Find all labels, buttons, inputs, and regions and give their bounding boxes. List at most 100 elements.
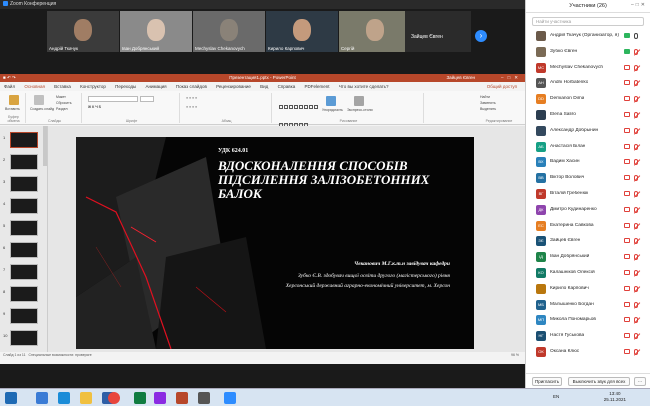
mic-on-icon[interactable]	[634, 33, 638, 39]
find-button[interactable]: Найти	[480, 95, 490, 99]
participant-row[interactable]: Elena Saliro	[526, 107, 650, 123]
quick-styles-icon[interactable]	[354, 96, 364, 106]
mic-muted-icon[interactable]	[634, 175, 638, 182]
participant-row[interactable]: НГ Настя Гуськова	[526, 328, 650, 344]
accessibility-status[interactable]: Специальные возможности: проверьте	[29, 353, 92, 357]
mic-muted-icon[interactable]	[634, 111, 638, 118]
mic-muted-icon[interactable]	[634, 348, 638, 355]
participant-row[interactable]: AH Andrii Horbatenko	[526, 75, 650, 91]
zoom-level[interactable]: 96 %	[511, 352, 519, 358]
next-videos-button[interactable]: ›	[475, 30, 487, 42]
bold-button[interactable]: Ж К Ч S	[88, 105, 101, 109]
font-name-select[interactable]	[88, 96, 138, 102]
more-button[interactable]: ⋯	[634, 377, 646, 386]
tab-slideshow[interactable]: Показ слайдов	[176, 82, 207, 91]
viber-icon[interactable]	[154, 392, 166, 404]
ie-icon[interactable]	[36, 392, 48, 404]
select-button[interactable]: Выделить	[480, 107, 496, 111]
tab-insert[interactable]: Вставка	[54, 82, 71, 91]
quick-styles-button[interactable]: Экспресс-стили	[347, 108, 373, 112]
list-buttons[interactable]: ≡ ≡ ≡ ≡	[186, 96, 197, 100]
participant-row[interactable]: ВВ Віктор Волович	[526, 170, 650, 186]
mic-muted-icon[interactable]	[634, 206, 638, 213]
participant-search-input[interactable]: Найти участника	[532, 17, 644, 26]
new-slide-button[interactable]: Создать слайд	[30, 107, 54, 111]
participant-row[interactable]: ДК Дмитро Кудинаренко	[526, 202, 650, 218]
window-controls[interactable]: –□✕	[501, 74, 522, 82]
mic-muted-icon[interactable]	[634, 80, 638, 87]
participant-row[interactable]: ЗЄ Зайцев Євген	[526, 233, 650, 249]
participant-row[interactable]: МП Микола Пономарьов	[526, 312, 650, 328]
mic-muted-icon[interactable]	[634, 159, 638, 166]
quick-access-icons[interactable]: ■ ↶ ↷	[3, 74, 16, 82]
layout-button[interactable]: Макет	[56, 95, 66, 99]
tell-me-search[interactable]: Что вы хотите сделать?	[339, 82, 389, 91]
app-icon[interactable]	[198, 392, 210, 404]
slide-thumbnail[interactable]: 3	[3, 176, 38, 192]
mic-muted-icon[interactable]	[634, 301, 638, 308]
participant-row[interactable]: MC Mechyslav Chekanovych	[526, 60, 650, 76]
zoom-taskbar-icon[interactable]	[224, 392, 236, 404]
mic-muted-icon[interactable]	[634, 96, 638, 103]
slide-thumbnail[interactable]: 10	[3, 330, 38, 346]
panel-window-controls[interactable]: –□✕	[631, 2, 647, 8]
participant-row[interactable]: ОК Оксана Клюс	[526, 344, 650, 360]
font-size-select[interactable]	[140, 96, 154, 102]
reset-button[interactable]: Сбросить	[56, 101, 72, 105]
slide-thumbnail[interactable]: 1	[3, 132, 38, 148]
tab-pdfelement[interactable]: PDFelement	[304, 82, 329, 91]
mic-muted-icon[interactable]	[634, 333, 638, 340]
participant-row[interactable]: ВХ Вадим Хасин	[526, 154, 650, 170]
folder-icon[interactable]	[80, 392, 92, 404]
explorer-icon[interactable]	[58, 392, 70, 404]
chrome-icon[interactable]	[108, 392, 120, 404]
video-tile[interactable]: Зайцев Євген	[405, 11, 471, 52]
ppt-user[interactable]: Зайцев Євген	[446, 74, 475, 82]
language-indicator[interactable]: EN	[553, 394, 559, 399]
mic-muted-icon[interactable]	[634, 143, 638, 150]
slide-thumbnail[interactable]: 2	[3, 154, 38, 170]
arrange-icon[interactable]	[326, 96, 336, 106]
participant-row[interactable]: МБ Малышенко Богдан	[526, 297, 650, 313]
invite-button[interactable]: Пригласить	[532, 377, 562, 386]
mic-muted-icon[interactable]	[634, 269, 638, 276]
video-tile[interactable]: Іван Добрянський	[120, 11, 192, 52]
mic-muted-icon[interactable]	[634, 222, 638, 229]
tab-review[interactable]: Рецензирование	[216, 82, 251, 91]
tab-view[interactable]: Вид	[260, 82, 268, 91]
tab-transitions[interactable]: Переходы	[115, 82, 136, 91]
slide-thumbnail[interactable]: 7	[3, 264, 38, 280]
tab-help[interactable]: Справка	[278, 82, 296, 91]
slide-thumbnail[interactable]: 8	[3, 286, 38, 302]
participant-row[interactable]: DD Demianon Dima	[526, 91, 650, 107]
slide-thumbnail[interactable]: 5	[3, 220, 38, 236]
powerpoint-icon[interactable]	[176, 392, 188, 404]
mic-muted-icon[interactable]	[634, 254, 638, 261]
slide-thumbnail[interactable]: 9	[3, 308, 38, 324]
mic-muted-icon[interactable]	[634, 48, 638, 55]
share-button[interactable]: Общий доступ	[487, 82, 517, 91]
paste-button[interactable]: Вставить	[5, 107, 20, 111]
participant-row[interactable]: Александр Добрынин	[526, 123, 650, 139]
tab-file[interactable]: Файл	[4, 82, 15, 91]
thumbnail-scrollbar[interactable]	[43, 126, 47, 166]
video-tile[interactable]: Сергій	[339, 11, 411, 52]
participant-row[interactable]: ВГ Віталій Гребенюк	[526, 186, 650, 202]
excel-icon[interactable]	[134, 392, 146, 404]
shapes-gallery[interactable]	[278, 96, 318, 127]
clock[interactable]: 13:40 25.11.2021	[604, 391, 626, 403]
mic-muted-icon[interactable]	[634, 127, 638, 134]
replace-button[interactable]: Заменить	[480, 101, 496, 105]
video-tile[interactable]: Кирило Карпович	[266, 11, 338, 52]
video-tile[interactable]: Андрій Ткачук	[47, 11, 119, 52]
section-button[interactable]: Раздел	[56, 107, 68, 111]
mute-all-button[interactable]: Выключить звук для всех	[568, 377, 630, 386]
tab-design[interactable]: Конструктор	[80, 82, 106, 91]
start-icon[interactable]	[5, 392, 17, 404]
mic-muted-icon[interactable]	[634, 190, 638, 197]
paste-icon[interactable]	[9, 95, 19, 105]
mic-muted-icon[interactable]	[634, 64, 638, 71]
tab-animations[interactable]: Анимация	[145, 82, 166, 91]
participant-row[interactable]: КО Калашніков Олексій	[526, 265, 650, 281]
align-buttons[interactable]: ≡ ≡ ≡ ≡	[186, 105, 197, 109]
